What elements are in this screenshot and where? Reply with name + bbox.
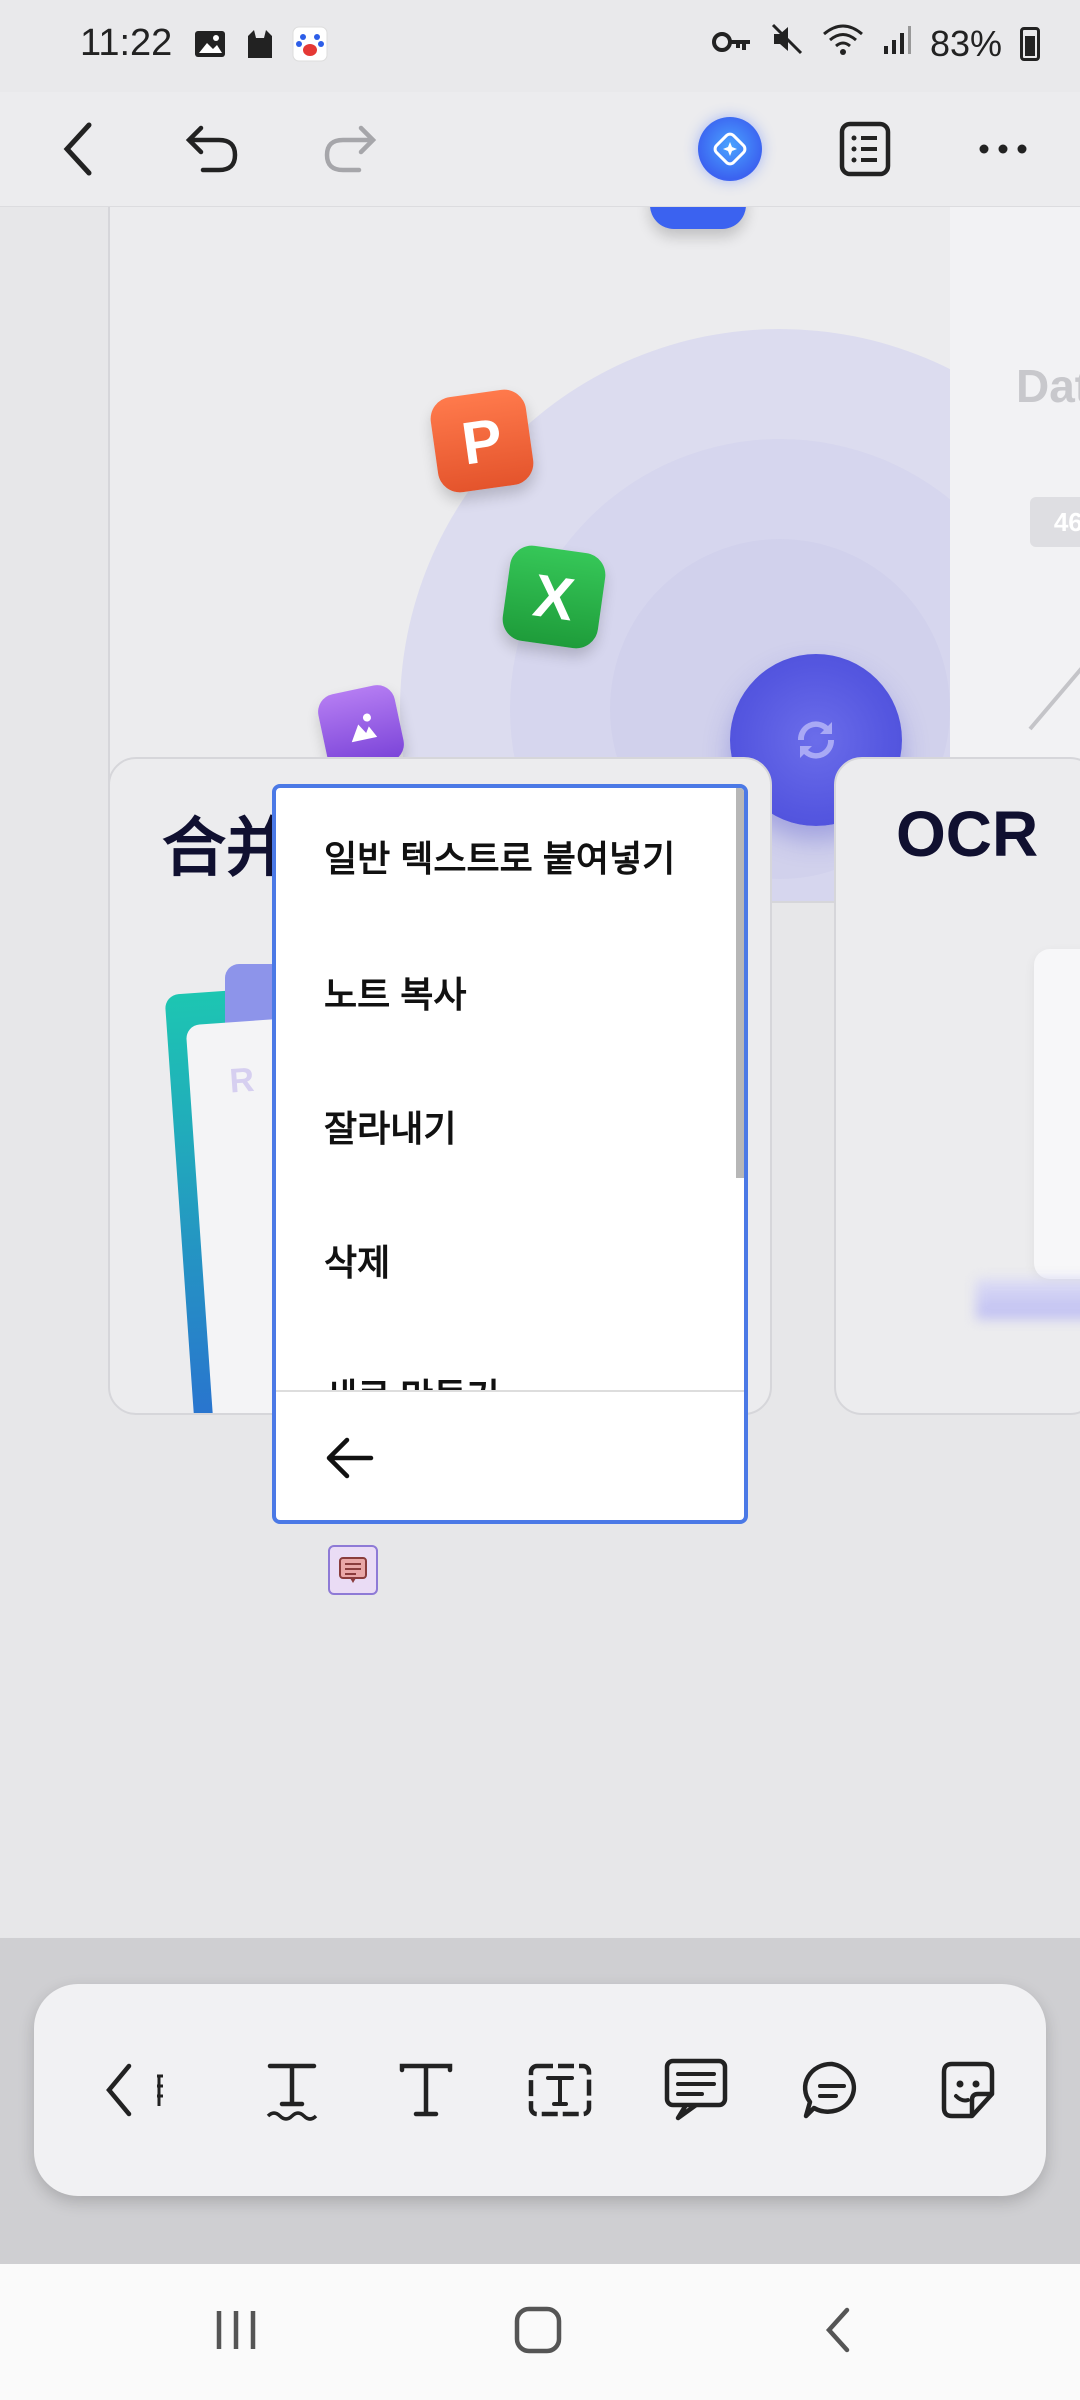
menu-divider [276,1390,744,1392]
outline-button[interactable] [810,92,920,206]
textbox-tool[interactable] [510,2040,610,2140]
menu-item-create-new[interactable]: 새로 만들기 [324,1368,500,1390]
gallery-icon [192,26,228,62]
nav-back-icon [825,2307,850,2353]
home-icon [514,2306,562,2354]
back-button[interactable] [24,92,134,206]
panel-line-chart [1028,667,1080,731]
status-time: 11:22 [80,22,173,64]
collapse-tools-button[interactable] [84,2040,184,2140]
panel-value: 46724 [1030,497,1080,547]
ocr-card: OCR [834,757,1080,1415]
cat-icon [242,26,278,62]
collapse-icon [106,2063,163,2117]
ai-assistant-button[interactable] [675,92,785,206]
powerpoint-app-tile: P [427,386,537,496]
nav-back-button[interactable] [778,2280,898,2380]
text-icon [399,2063,453,2117]
note-marker[interactable] [328,1545,378,1595]
merge-card-title: 合并 [162,812,290,884]
redo-icon [324,125,377,173]
key-icon [711,23,752,65]
status-system-icons: 83% [711,22,1040,65]
sticker-icon [941,2061,995,2119]
menu-item-copy-note[interactable]: 노트 복사 [324,966,466,1018]
ocr-doc-graphic [1034,949,1080,1279]
menu-scrollbar[interactable] [736,788,744,1178]
textbox-icon [528,2063,592,2117]
ai-assistant-icon [698,117,762,181]
merge-doc-letter: R [228,1060,256,1101]
excel-app-tile: X [499,542,609,652]
recents-icon [216,2311,256,2349]
menu-item-paste-plain-text[interactable]: 일반 텍스트로 붙여넣기 [324,830,675,882]
battery-icon [1020,26,1040,61]
panel-title: Data Ar [1016,360,1080,412]
home-button[interactable] [478,2280,598,2380]
menu-item-cut[interactable]: 잘라내기 [324,1100,456,1152]
mute-icon [770,22,804,65]
ocr-scan-glow [976,1279,1080,1319]
sticker-tool[interactable] [918,2040,1018,2140]
more-icon [979,144,1027,154]
text-tool[interactable] [376,2040,476,2140]
undo-icon [185,125,238,173]
ocr-card-title: OCR [896,798,1039,870]
more-button[interactable] [948,92,1058,206]
redo-button[interactable] [294,92,404,206]
status-notification-icons [192,26,328,62]
context-menu: 일반 텍스트로 붙여넣기 노트 복사 잘라내기 삭제 새로 만들기 [272,784,748,1524]
convert-icon [797,721,835,759]
outline-icon [839,121,891,177]
arrow-left-icon [326,1437,374,1479]
battery-percent: 83% [929,22,1002,64]
word-app-tile [650,207,746,229]
baidu-icon [292,26,328,62]
menu-item-delete[interactable]: 삭제 [324,1234,390,1286]
signal-icon [882,23,912,65]
wifi-icon [822,22,864,65]
comment-icon [802,2061,857,2119]
text-underline-icon [266,2063,318,2121]
recents-button[interactable] [176,2280,296,2380]
text-underline-tool[interactable] [242,2040,342,2140]
back-icon [63,122,92,176]
note-comment-icon [664,2058,728,2121]
menu-back-button[interactable] [302,1410,398,1506]
note-comment-tool[interactable] [646,2040,746,2140]
undo-button[interactable] [158,92,268,206]
context-menu-list[interactable]: 일반 텍스트로 붙여넣기 노트 복사 잘라내기 삭제 새로 만들기 [276,788,744,1390]
note-marker-icon [339,1557,367,1583]
comment-tool[interactable] [782,2040,882,2140]
